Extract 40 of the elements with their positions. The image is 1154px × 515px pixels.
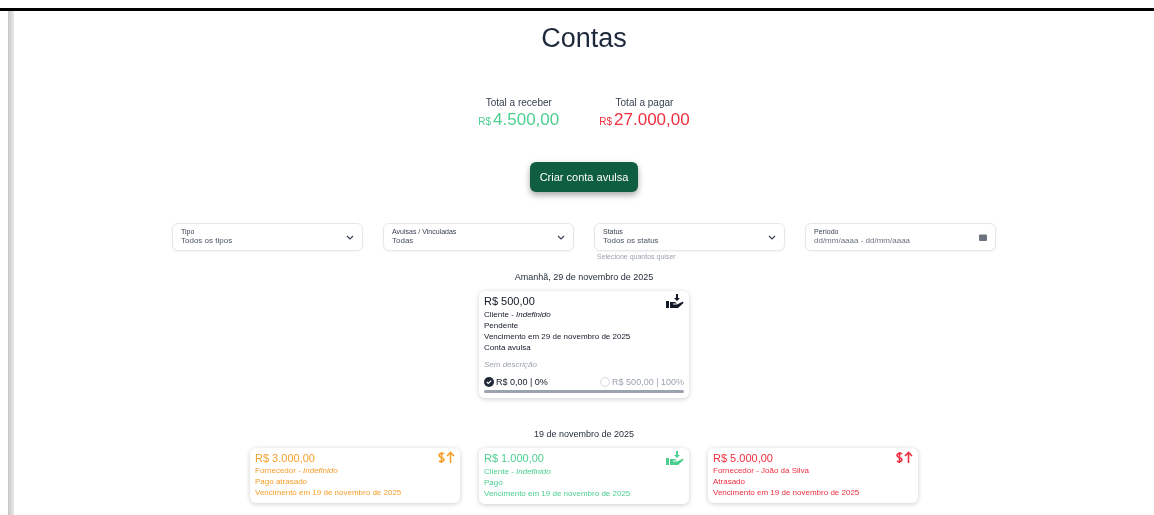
account-card[interactable]: R$ 500,00 Cliente - Indefinido Pendente Vencimento em 29 de novembro de 2025 Conta avulsa Sem descrição R$ 0,00 | 0% R$ 500,00 | 100% — [479, 290, 689, 398]
amount: R$ 1.000,00 — [484, 450, 544, 465]
chevron-down-icon — [557, 234, 565, 240]
calendar-icon — [979, 233, 987, 241]
dollar-up-arrow-icon — [895, 450, 913, 464]
due-date: Vencimento em 19 de novembro de 2025 — [484, 487, 632, 499]
amount: R$ 5.000,00 — [713, 450, 773, 465]
amount: R$ 3.000,00 — [255, 450, 315, 465]
hand-download-icon — [666, 450, 684, 466]
currency-label: R$ — [599, 115, 613, 129]
status-label: Pendente — [484, 319, 520, 331]
amount: R$ 500,00 — [484, 293, 535, 308]
dollar-up-arrow-icon — [437, 450, 455, 464]
description-placeholder: Sem descrição — [484, 358, 538, 370]
chevron-down-icon — [346, 234, 354, 240]
account-type: Conta avulsa — [484, 341, 532, 353]
payment-progress-label: R$ 0,00 | 0% — [496, 375, 548, 389]
account-card[interactable]: R$ 5.000,00 Fornecedor - João da Silva Atrasado Vencimento em 19 de novembro de 2025 — [708, 447, 918, 503]
due-date: Vencimento em 19 de novembro de 2025 — [713, 486, 861, 498]
party-label: Fornecedor - João da Silva — [713, 464, 811, 476]
payment-progress-label: R$ 500,00 | 100% — [612, 375, 684, 389]
due-date: Vencimento em 29 de novembro de 2025 — [484, 330, 632, 342]
party-label: Cliente - Indefinido — [484, 465, 552, 477]
group-heading: Amanhã, 29 de novembro de 2025 — [514, 271, 654, 284]
group-heading: 19 de novembro de 2025 — [533, 428, 635, 441]
create-account-button[interactable]: Criar conta avulsa — [529, 162, 639, 192]
currency-label: R$ — [478, 115, 492, 129]
chevron-down-icon — [768, 234, 776, 240]
total-value: 27.000,00 — [614, 110, 690, 130]
total-label: Total a receber — [485, 96, 552, 110]
status-label: Pago — [484, 476, 504, 488]
total-value: 4.500,00 — [493, 110, 560, 130]
party-label: Cliente - Indefinido — [484, 308, 552, 320]
hand-download-icon — [666, 293, 684, 309]
page-title: Contas — [541, 22, 627, 55]
status-label: Pago atrasado — [255, 475, 309, 487]
party-label: Fornecedor - Indefinido — [255, 464, 339, 476]
due-date: Vencimento em 19 de novembro de 2025 — [255, 486, 403, 498]
total-label: Total a pagar — [615, 96, 674, 110]
status-label: Atrasado — [713, 475, 747, 487]
